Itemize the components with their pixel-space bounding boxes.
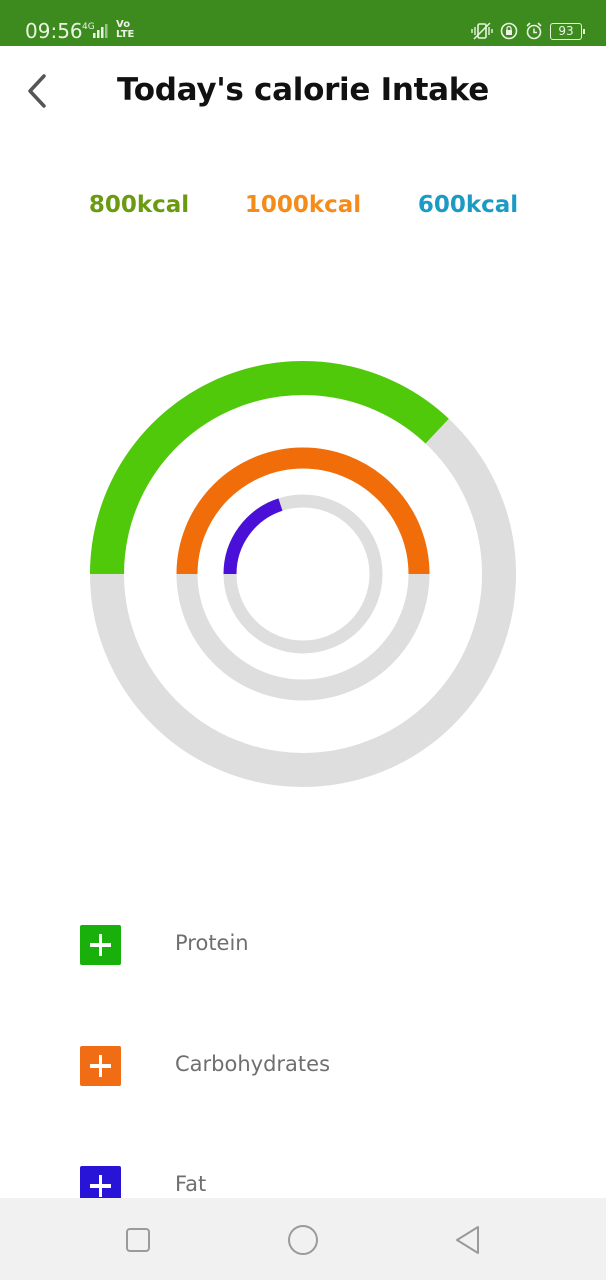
battery-icon: 93 [550, 22, 585, 40]
protein-ring-progress [90, 361, 449, 575]
legend-label-protein: Protein [175, 931, 249, 955]
back-triangle-icon [456, 1226, 479, 1254]
calorie-ring-chart [0, 330, 606, 830]
volte-indicator: Vo LTE [116, 19, 135, 40]
legend-item-carbohydrates[interactable]: Carbohydrates [80, 1046, 480, 1088]
carbohydrates-ring-progress [176, 447, 430, 575]
vibrate-icon [471, 22, 493, 40]
legend-item-protein[interactable]: Protein [80, 925, 480, 967]
legend-label-fat: Fat [175, 1172, 207, 1196]
chart-svg [90, 361, 516, 787]
carbohydrates-target: 1000kcal [244, 192, 362, 218]
status-bar: 09:56 4G Vo LTE 93 [0, 0, 606, 46]
page-title: Today's calorie Intake [117, 72, 489, 108]
add-protein-icon[interactable] [80, 925, 121, 965]
recent-apps-button[interactable] [120, 1222, 156, 1258]
recent-apps-icon [126, 1228, 150, 1252]
home-icon [288, 1225, 318, 1255]
navigation-bar [0, 1198, 606, 1280]
signal-icon [93, 24, 108, 38]
home-button[interactable] [285, 1222, 321, 1258]
add-carbohydrates-icon[interactable] [80, 1046, 121, 1086]
protein-target: 800kcal [88, 192, 190, 218]
alarm-icon [526, 22, 542, 40]
status-icons: 93 [471, 22, 585, 40]
fat-ring-progress [223, 498, 283, 575]
system-back-button[interactable] [450, 1222, 486, 1258]
lock-rotation-icon [500, 22, 518, 40]
status-time: 09:56 [25, 19, 83, 43]
fat-target: 600kcal [417, 192, 519, 218]
calorie-targets: 800kcal 1000kcal 600kcal [0, 192, 606, 224]
legend-label-carbohydrates: Carbohydrates [175, 1052, 331, 1076]
